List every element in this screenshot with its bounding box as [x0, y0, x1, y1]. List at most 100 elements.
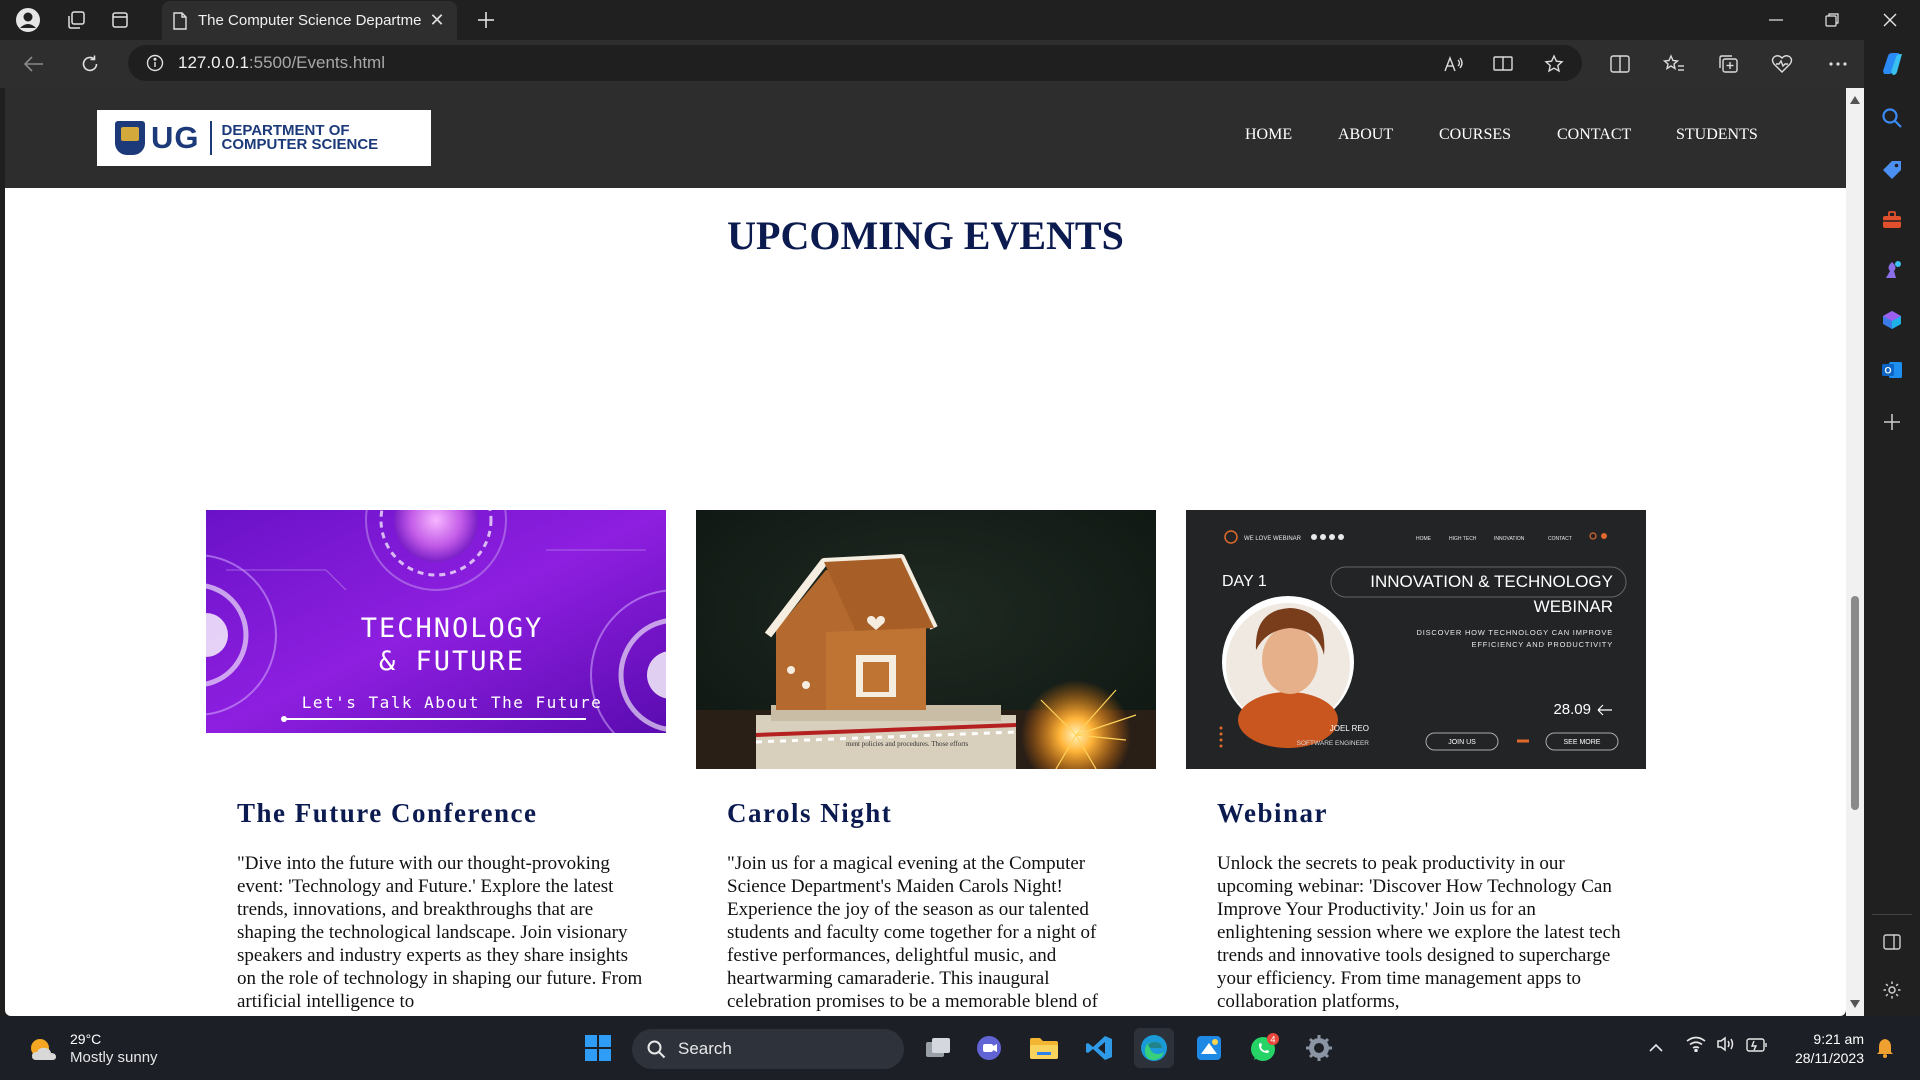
site-header: UG DEPARTMENT OF COMPUTER SCIENCE HOME A… [5, 88, 1846, 188]
battery-icon[interactable] [1746, 1037, 1768, 1056]
more-options-icon[interactable] [1820, 48, 1856, 80]
poster-join-button: JOIN US [1448, 739, 1476, 746]
poster-date: 28.09 [1553, 701, 1591, 718]
nav-about[interactable]: ABOUT [1338, 126, 1393, 144]
poster-speaker: JOEL REO [1330, 724, 1369, 733]
outlook-icon[interactable]: O [1878, 356, 1906, 384]
file-explorer-icon[interactable] [1024, 1028, 1064, 1068]
add-sidebar-app-icon[interactable] [1878, 408, 1906, 436]
notification-bell-icon[interactable] [1876, 1038, 1894, 1062]
task-view-icon[interactable] [918, 1028, 958, 1068]
tools-briefcase-icon[interactable] [1878, 206, 1906, 234]
hide-sidebar-icon[interactable] [1878, 928, 1906, 956]
poster-sub-line2: EFFICIENCY AND PRODUCTIVITY [1472, 640, 1613, 649]
browser-tab-active[interactable]: The Computer Science Departme ✕ [162, 1, 457, 40]
poster-day: DAY 1 [1222, 573, 1267, 590]
banner-tagline: Let's Talk About The Future [302, 693, 603, 712]
browser-titlebar: The Computer Science Departme ✕ [0, 0, 1920, 40]
taskbar-search-icon [647, 1040, 666, 1059]
weather-condition: Mostly sunny [70, 1049, 158, 1066]
banner-line2: & FUTURE [379, 646, 525, 677]
tab-actions-icon[interactable] [100, 6, 140, 34]
shopping-tag-icon[interactable] [1878, 156, 1906, 184]
poster-sub-line1: DISCOVER HOW TECHNOLOGY CAN IMPROVE [1417, 628, 1614, 637]
favorite-star-icon[interactable] [1536, 48, 1572, 80]
technology-future-banner: TECHNOLOGY & FUTURE Let's Talk About The… [206, 510, 666, 733]
browser-essentials-icon[interactable] [1764, 48, 1800, 80]
banner-line1: TECHNOLOGY [361, 613, 544, 644]
favorites-icon[interactable] [1656, 48, 1692, 80]
event-description-carols-night: "Join us for a magical evening at the Co… [727, 853, 1098, 1012]
collections-icon[interactable] [1710, 48, 1746, 80]
page-viewport: UG DEPARTMENT OF COMPUTER SCIENCE HOME A… [5, 88, 1846, 1016]
url-host: 127.0.0.1 [178, 53, 249, 72]
photo-note: ment policies and procedures. Those effo… [846, 740, 968, 748]
minimize-icon[interactable] [1748, 0, 1804, 40]
clock-time: 9:21 am [1813, 1031, 1864, 1047]
site-info-icon[interactable] [146, 54, 164, 72]
new-tab-icon[interactable] [466, 6, 506, 34]
system-clock[interactable]: 9:21 am 28/11/2023 [1795, 1030, 1864, 1068]
scrollbar-thumb[interactable] [1851, 596, 1859, 810]
restore-icon[interactable] [1804, 0, 1860, 40]
url-path: :5500/Events.html [248, 53, 385, 72]
poster-brand: WE LOVE WEBINAR [1244, 536, 1302, 542]
refresh-icon[interactable] [72, 48, 108, 80]
event-description-future-conference: "Dive into the future with our thought-p… [237, 853, 643, 1012]
event-title-carols-night: Carols Night [727, 798, 893, 828]
poster-nav-hightech: HIGH TECH [1449, 536, 1477, 542]
webinar-poster: WE LOVE WEBINAR HOME HIGH TECH INNOVATIO… [1186, 510, 1646, 769]
sidebar-settings-icon[interactable] [1878, 976, 1906, 1004]
scroll-down-icon[interactable] [1850, 1000, 1860, 1008]
nav-contact[interactable]: CONTACT [1557, 126, 1631, 144]
scroll-up-icon[interactable] [1850, 96, 1860, 104]
page-title: UPCOMING EVENTS [727, 213, 1124, 258]
page-scrollbar[interactable] [1846, 88, 1864, 1016]
taskbar-search[interactable]: Search [632, 1029, 904, 1069]
paint-app-icon[interactable] [1189, 1028, 1229, 1068]
weather-widget[interactable]: 29°C Mostly sunny [26, 1030, 158, 1068]
clock-date: 28/11/2023 [1794, 1050, 1864, 1066]
event-title-webinar: Webinar [1217, 798, 1329, 828]
nav-home[interactable]: HOME [1245, 126, 1292, 144]
nav-courses[interactable]: COURSES [1439, 126, 1511, 144]
profile-icon[interactable] [8, 6, 48, 34]
poster-nav-contact: CONTACT [1548, 536, 1572, 542]
vscode-icon[interactable] [1079, 1028, 1119, 1068]
settings-app-icon[interactable] [1299, 1028, 1339, 1068]
nav-students[interactable]: STUDENTS [1676, 126, 1758, 144]
weather-temp: 29°C [70, 1031, 102, 1047]
poster-nav-innovation: INNOVATION [1494, 536, 1525, 542]
event-title-future-conference: The Future Conference [237, 798, 538, 828]
poster-nav-home: HOME [1416, 536, 1432, 542]
sidebar-divider [1872, 914, 1912, 915]
windows-taskbar: 29°C Mostly sunny Search 4 9:21 am 28/11… [0, 1016, 1920, 1080]
back-icon[interactable] [16, 48, 52, 80]
wifi-icon[interactable] [1686, 1036, 1706, 1056]
split-screen-icon[interactable] [1602, 48, 1638, 80]
tab-close-icon[interactable]: ✕ [427, 10, 447, 31]
event-description-webinar: Unlock the secrets to peak productivity … [1217, 853, 1621, 1012]
immersive-reader-icon[interactable] [1486, 48, 1522, 80]
event-image-future-conference: TECHNOLOGY & FUTURE Let's Talk About The… [206, 510, 666, 733]
taskbar-search-label: Search [678, 1039, 732, 1058]
copilot-icon[interactable] [1878, 50, 1906, 78]
microsoft-365-icon[interactable] [1878, 306, 1906, 334]
start-button[interactable] [578, 1028, 618, 1068]
page-icon [173, 11, 187, 30]
svg-text:O: O [1884, 366, 1891, 376]
tray-overflow-icon[interactable] [1648, 1038, 1664, 1057]
edge-icon[interactable] [1134, 1028, 1174, 1068]
volume-icon[interactable] [1716, 1036, 1736, 1056]
games-icon[interactable] [1878, 256, 1906, 284]
poster-role: SOFTWARE ENGINEER [1297, 740, 1370, 747]
whatsapp-icon[interactable]: 4 [1244, 1028, 1284, 1068]
sidebar-search-icon[interactable] [1878, 104, 1906, 132]
close-window-icon[interactable] [1862, 0, 1918, 40]
workspaces-icon[interactable] [56, 6, 96, 34]
poster-title-line2: WEBINAR [1534, 597, 1613, 616]
address-bar[interactable]: 127.0.0.1:5500/Events.html [128, 45, 1582, 81]
poster-more-button: SEE MORE [1564, 739, 1601, 746]
read-aloud-icon[interactable] [1436, 48, 1472, 80]
teams-meet-icon[interactable] [970, 1028, 1010, 1068]
